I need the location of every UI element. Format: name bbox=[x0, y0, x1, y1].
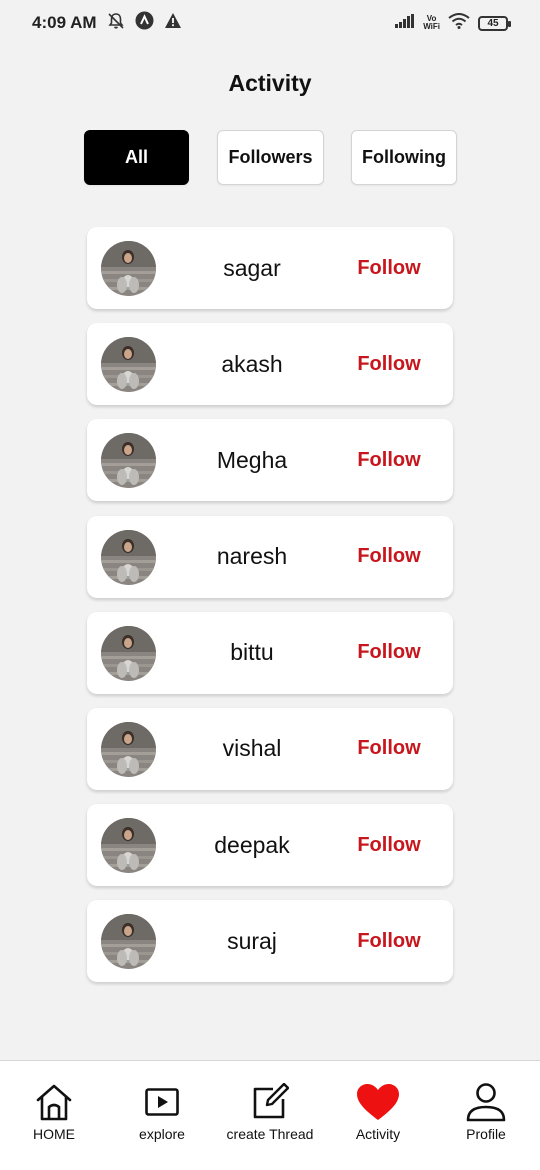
activity-card: suraj Follow bbox=[87, 900, 453, 983]
app-badge-icon bbox=[135, 11, 154, 35]
nav-create-thread[interactable]: create Thread bbox=[222, 1061, 318, 1170]
activity-username: deepak bbox=[214, 831, 290, 858]
play-icon bbox=[145, 1081, 179, 1123]
activity-username: vishal bbox=[222, 735, 282, 762]
avatar[interactable] bbox=[101, 337, 156, 393]
tab-followers[interactable]: Followers bbox=[217, 130, 324, 185]
tab-following[interactable]: Following bbox=[351, 130, 457, 185]
nav-explore-label: explore bbox=[139, 1126, 185, 1142]
avatar-image bbox=[101, 625, 156, 681]
battery-icon: 45 bbox=[478, 15, 511, 31]
user-icon bbox=[466, 1081, 506, 1123]
avatar[interactable] bbox=[101, 241, 156, 296]
avatar[interactable] bbox=[101, 721, 156, 777]
nav-home[interactable]: HOME bbox=[24, 1061, 84, 1170]
activity-username: naresh bbox=[216, 543, 288, 570]
activity-card: sagar Follow bbox=[87, 227, 453, 309]
activity-card: Megha Follow bbox=[87, 419, 453, 502]
activity-card: deepak Follow bbox=[87, 804, 453, 887]
vowifi-indicator: Vo WiFi bbox=[423, 15, 440, 31]
activity-username: akash bbox=[221, 350, 283, 377]
status-right: Vo WiFi 45 bbox=[395, 12, 511, 34]
activity-username: bittu bbox=[230, 639, 274, 666]
avatar-image bbox=[101, 241, 156, 296]
activity-username: suraj bbox=[227, 927, 277, 954]
status-bar: 4:09 AM Vo WiFi 45 bbox=[0, 0, 540, 46]
nav-create-label: create Thread bbox=[226, 1126, 314, 1142]
warning-icon bbox=[164, 12, 182, 34]
nav-explore[interactable]: explore bbox=[132, 1061, 192, 1170]
follow-button[interactable]: Follow bbox=[349, 323, 429, 405]
avatar-image bbox=[101, 721, 156, 777]
status-time: 4:09 AM bbox=[32, 13, 97, 32]
signal-icon bbox=[395, 13, 415, 33]
follow-button[interactable]: Follow bbox=[349, 612, 429, 694]
bottom-nav: HOME explore create Thread Activity Prof… bbox=[0, 1060, 540, 1170]
nav-profile[interactable]: Profile bbox=[456, 1061, 516, 1170]
vowifi-bottom: WiFi bbox=[423, 22, 440, 31]
avatar[interactable] bbox=[101, 818, 156, 874]
avatar[interactable] bbox=[101, 625, 156, 681]
heart-icon bbox=[356, 1081, 400, 1123]
avatar[interactable] bbox=[101, 433, 156, 489]
activity-card: akash Follow bbox=[87, 323, 453, 406]
nav-profile-label: Profile bbox=[466, 1126, 506, 1142]
follow-button[interactable]: Follow bbox=[349, 227, 429, 309]
avatar[interactable] bbox=[101, 914, 156, 970]
edit-icon bbox=[251, 1081, 289, 1123]
status-left: 4:09 AM bbox=[32, 11, 182, 35]
tab-all[interactable]: All bbox=[84, 130, 189, 185]
nav-activity-label: Activity bbox=[355, 1126, 401, 1142]
avatar-image bbox=[101, 433, 156, 489]
notifications-off-icon bbox=[107, 12, 125, 35]
activity-card: naresh Follow bbox=[87, 515, 453, 598]
activity-username: sagar bbox=[223, 254, 281, 281]
nav-home-label: HOME bbox=[33, 1126, 75, 1142]
follow-button[interactable]: Follow bbox=[349, 516, 429, 598]
follow-button[interactable]: Follow bbox=[349, 708, 429, 790]
activity-card: vishal Follow bbox=[87, 707, 453, 790]
activity-card: bittu Follow bbox=[87, 611, 453, 694]
wifi-icon bbox=[448, 12, 470, 34]
nav-activity[interactable]: Activity bbox=[348, 1061, 408, 1170]
home-icon bbox=[36, 1081, 72, 1123]
follow-button[interactable]: Follow bbox=[349, 419, 429, 501]
avatar[interactable] bbox=[101, 529, 156, 585]
avatar-image bbox=[101, 818, 156, 874]
avatar-image bbox=[101, 529, 156, 585]
page-title: Activity bbox=[228, 70, 312, 96]
activity-list: sagar Follow akash Follow Megha Follow n… bbox=[87, 227, 453, 997]
avatar-image bbox=[101, 337, 156, 393]
follow-button[interactable]: Follow bbox=[349, 900, 429, 982]
avatar-image bbox=[101, 914, 156, 970]
follow-button[interactable]: Follow bbox=[349, 804, 429, 886]
activity-username: Megha bbox=[216, 446, 288, 473]
